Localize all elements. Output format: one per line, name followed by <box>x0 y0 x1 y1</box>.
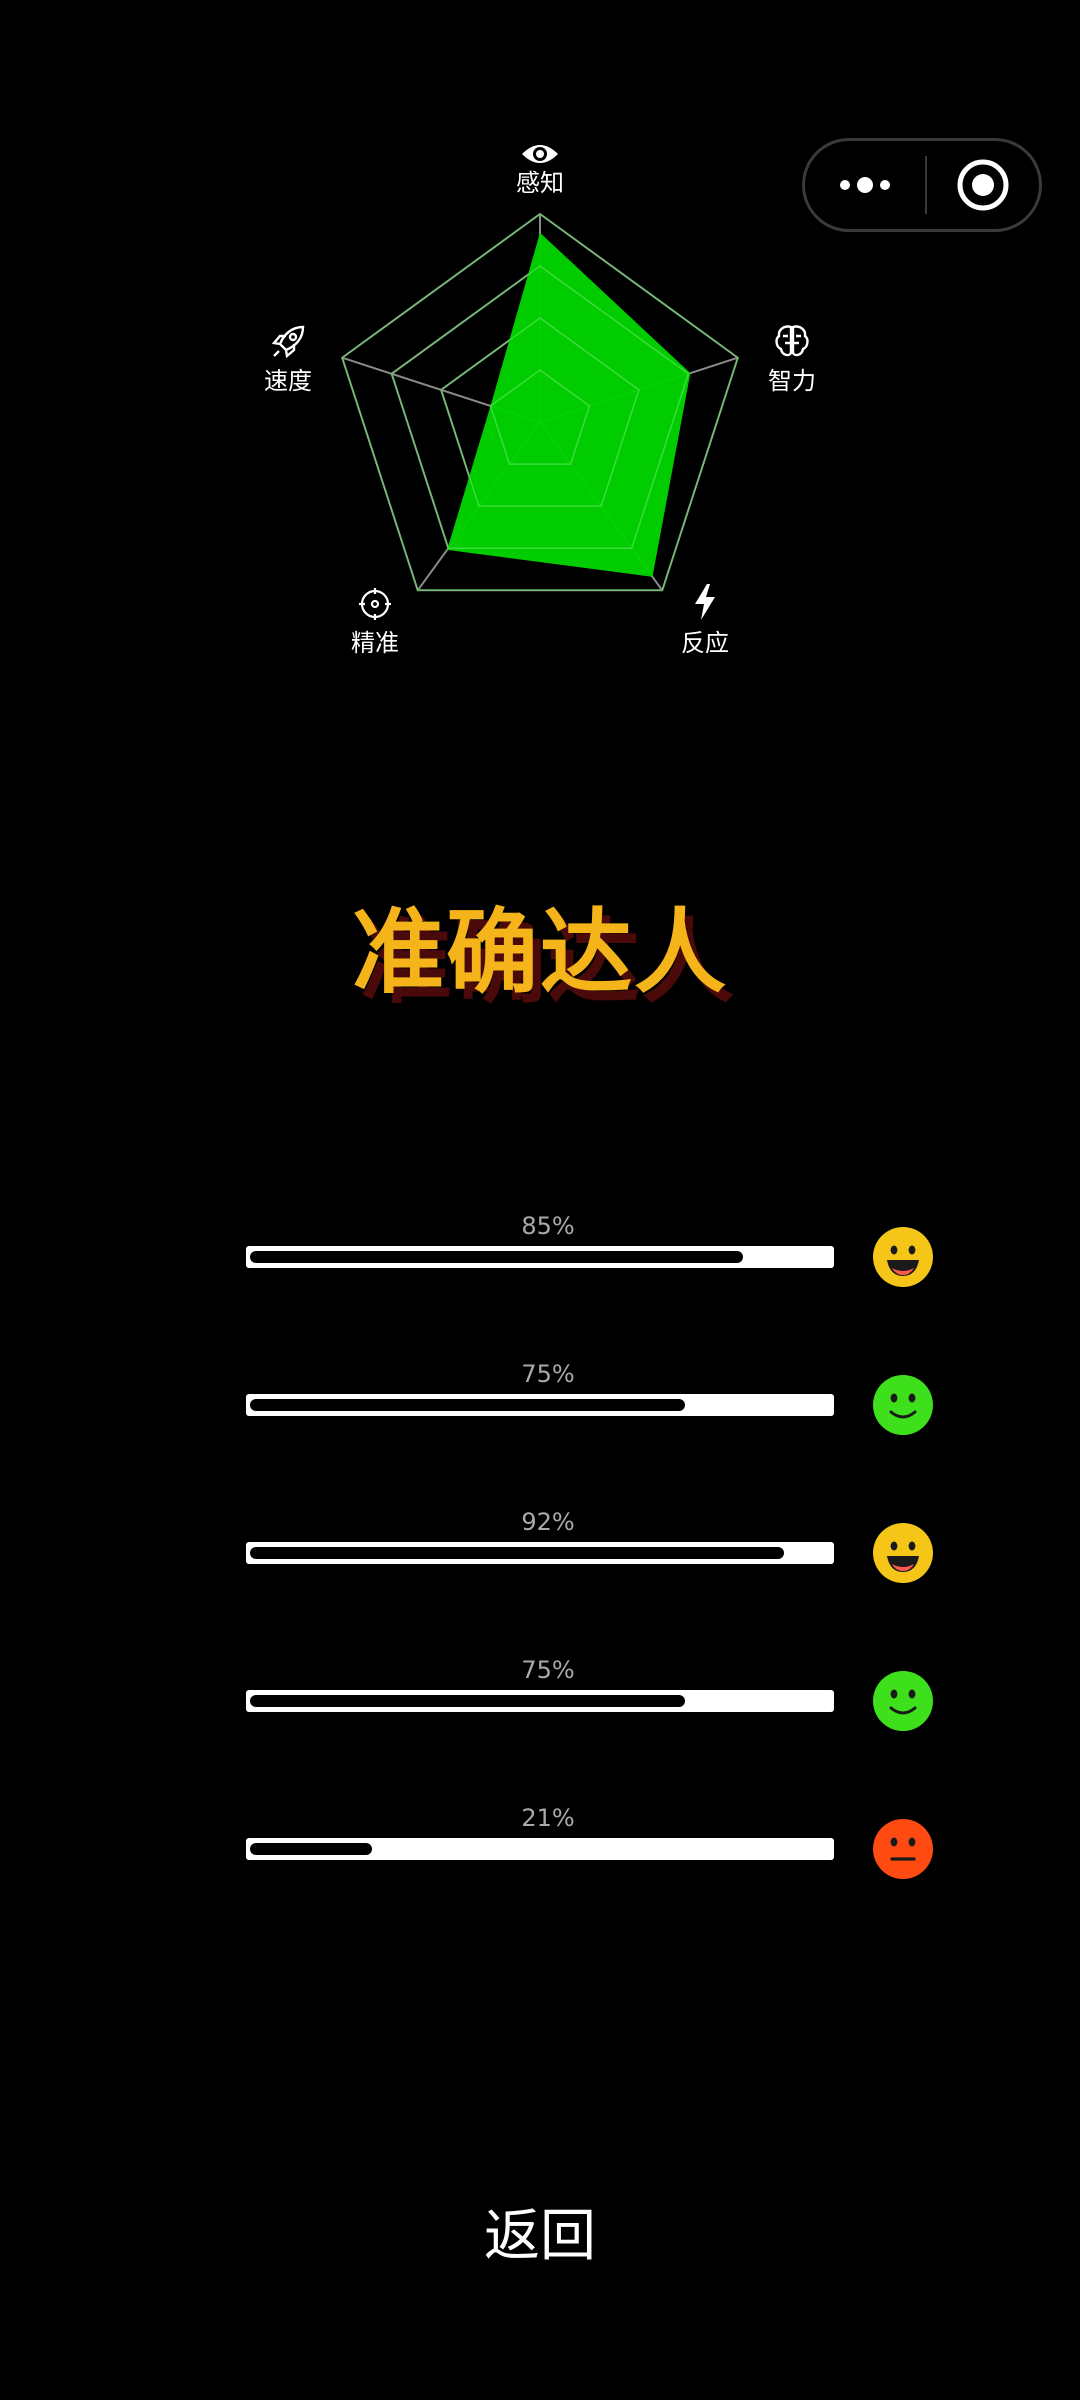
progress-track <box>246 1690 834 1712</box>
radar-axis-label: 感知 <box>516 169 564 197</box>
progress-row: 21% <box>0 1804 1080 1914</box>
progress-fill <box>250 1547 784 1559</box>
crosshair-icon <box>355 584 395 624</box>
progress-fill <box>250 1843 372 1855</box>
progress-percent: 75% <box>521 1656 575 1684</box>
progress-row: 75% <box>0 1656 1080 1766</box>
progress-percent: 85% <box>521 1212 575 1240</box>
progress-track <box>246 1246 834 1268</box>
progress-track <box>246 1542 834 1564</box>
progress-fill <box>250 1399 685 1411</box>
radar-axis-label: 智力 <box>768 367 816 395</box>
progress-track <box>246 1394 834 1416</box>
smiling-face-icon <box>873 1375 933 1435</box>
lightning-icon <box>685 582 725 622</box>
brain-icon <box>772 321 812 361</box>
progress-row: 75% <box>0 1360 1080 1470</box>
progress-track <box>246 1838 834 1860</box>
laughing-face-icon <box>873 1523 933 1583</box>
progress-row: 92% <box>0 1508 1080 1618</box>
radar-axis-label: 速度 <box>264 367 312 395</box>
screen: 感知智力反应 精准 速度 准确达人 85% 75% 92% 75% 21% <box>0 0 1080 2400</box>
back-button[interactable]: 返回 <box>440 2190 640 2273</box>
radar-data-area <box>447 232 691 577</box>
progress-percent: 21% <box>521 1804 575 1832</box>
rocket-icon <box>268 322 308 362</box>
smiling-face-icon <box>873 1671 933 1731</box>
progress-percent: 75% <box>521 1360 575 1388</box>
radar-axis-label: 反应 <box>681 629 729 657</box>
laughing-face-icon <box>873 1227 933 1287</box>
progress-fill <box>250 1695 685 1707</box>
radar-chart <box>341 212 739 592</box>
progress-percent: 92% <box>521 1508 575 1536</box>
neutral-face-icon <box>873 1819 933 1879</box>
page-title: 准确达人 <box>351 899 728 1006</box>
progress-fill <box>250 1251 743 1263</box>
progress-row: 85% <box>0 1212 1080 1322</box>
radar-axis-label: 精准 <box>351 629 399 657</box>
